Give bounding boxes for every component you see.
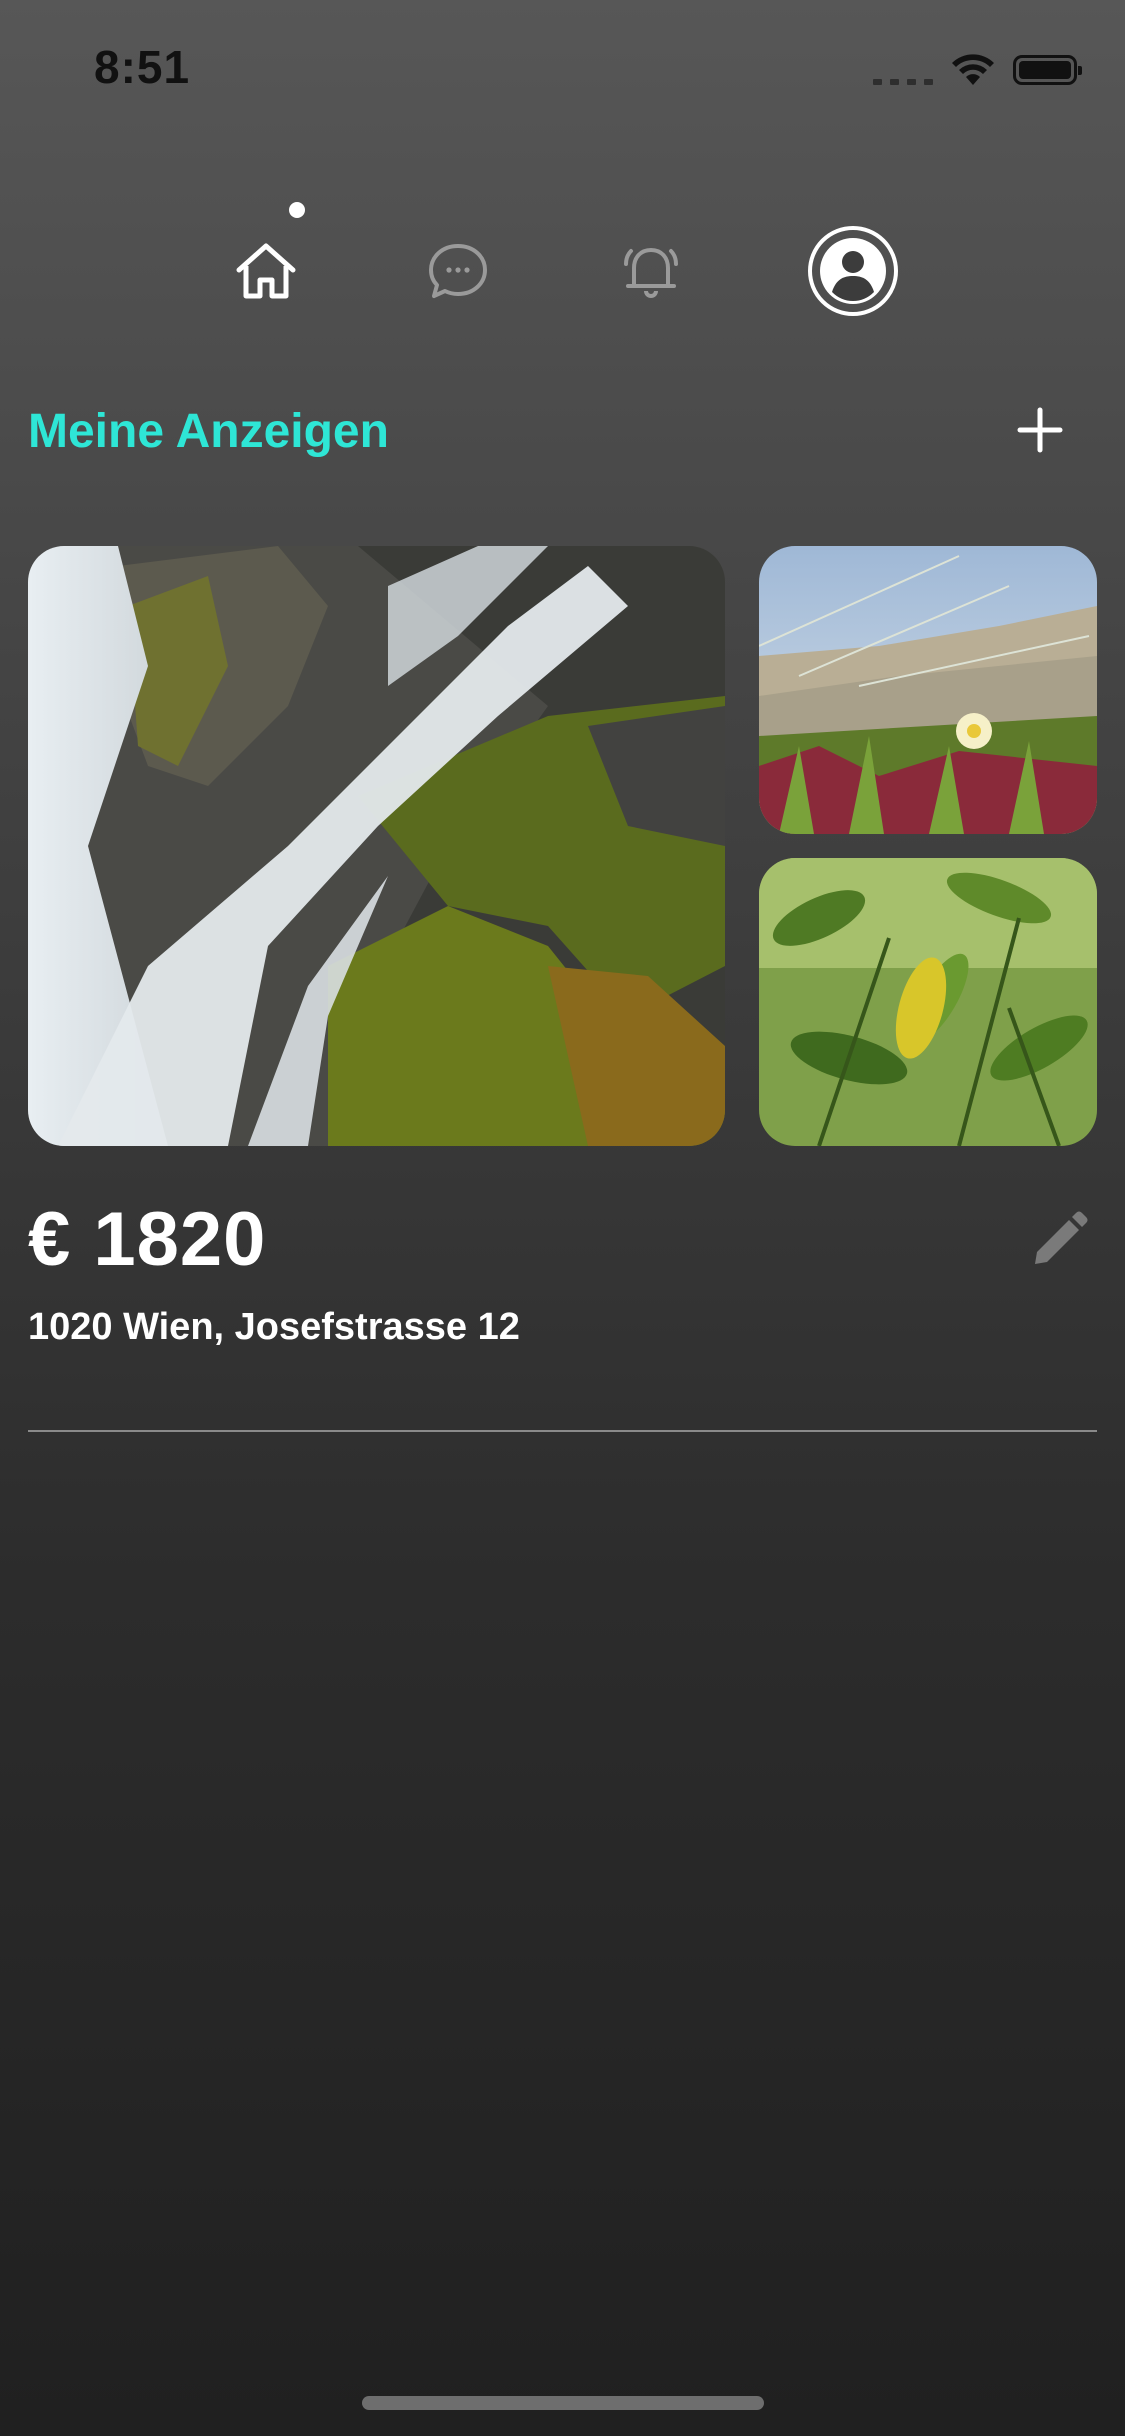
section-header: Meine Anzeigen bbox=[28, 392, 1098, 472]
status-icons bbox=[873, 50, 1082, 90]
listing-photo-2[interactable] bbox=[759, 546, 1097, 834]
divider bbox=[28, 1430, 1097, 1432]
active-tab-indicator bbox=[289, 202, 305, 218]
plus-icon bbox=[1017, 407, 1063, 453]
tab-messages[interactable] bbox=[413, 226, 503, 316]
listing-photo-3[interactable] bbox=[759, 858, 1097, 1146]
home-icon bbox=[236, 243, 296, 299]
bell-icon bbox=[624, 248, 678, 298]
edit-listing-button[interactable] bbox=[1027, 1208, 1091, 1272]
section-title: Meine Anzeigen bbox=[28, 405, 389, 458]
listing-price: € 1820 bbox=[28, 1197, 267, 1282]
listing-address: 1020 Wien, Josefstrasse 12 bbox=[28, 1306, 520, 1348]
profile-icon bbox=[808, 226, 898, 316]
listing-gallery bbox=[28, 546, 1097, 1146]
status-bar: 8:51 bbox=[0, 0, 1125, 140]
tab-home[interactable] bbox=[221, 226, 311, 316]
cellular-signal-icon bbox=[873, 55, 933, 85]
dune-flower-photo bbox=[759, 546, 1097, 834]
pencil-icon bbox=[1035, 1211, 1088, 1264]
tab-notifications[interactable] bbox=[606, 226, 696, 316]
leaves-photo bbox=[759, 858, 1097, 1146]
battery-icon bbox=[1013, 55, 1082, 85]
wifi-icon bbox=[952, 54, 994, 85]
top-navigation bbox=[0, 190, 1125, 330]
listing-photo-main[interactable] bbox=[28, 546, 725, 1146]
home-indicator[interactable] bbox=[362, 2396, 764, 2410]
tab-profile[interactable] bbox=[806, 224, 900, 318]
status-time: 8:51 bbox=[94, 41, 191, 93]
waterfall-photo bbox=[28, 546, 725, 1146]
chat-icon bbox=[429, 244, 487, 298]
add-listing-button[interactable] bbox=[1010, 400, 1070, 460]
